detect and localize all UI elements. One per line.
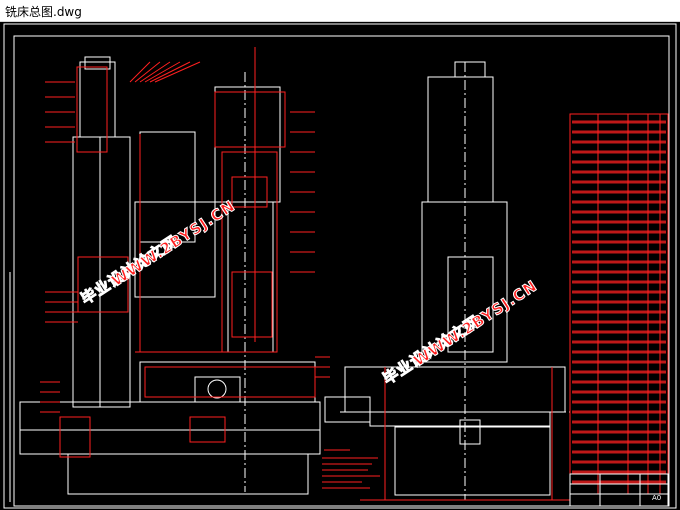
front-view xyxy=(9,56,321,502)
title-bar: 铣床总图.dwg xyxy=(0,0,680,22)
cad-drawing xyxy=(3,23,677,509)
parts-list-rows xyxy=(572,120,666,484)
front-view-details xyxy=(40,47,330,458)
sheet-border xyxy=(3,23,677,509)
document-title: 铣床总图.dwg xyxy=(5,5,82,19)
drawing-canvas[interactable]: A0 毕业设计论文网 WWW.2BYSJ.CN 毕业设计论文网 WWW.2BYS… xyxy=(0,22,680,510)
technical-notes xyxy=(322,449,380,489)
sheet-size-label: A0 xyxy=(652,494,662,502)
